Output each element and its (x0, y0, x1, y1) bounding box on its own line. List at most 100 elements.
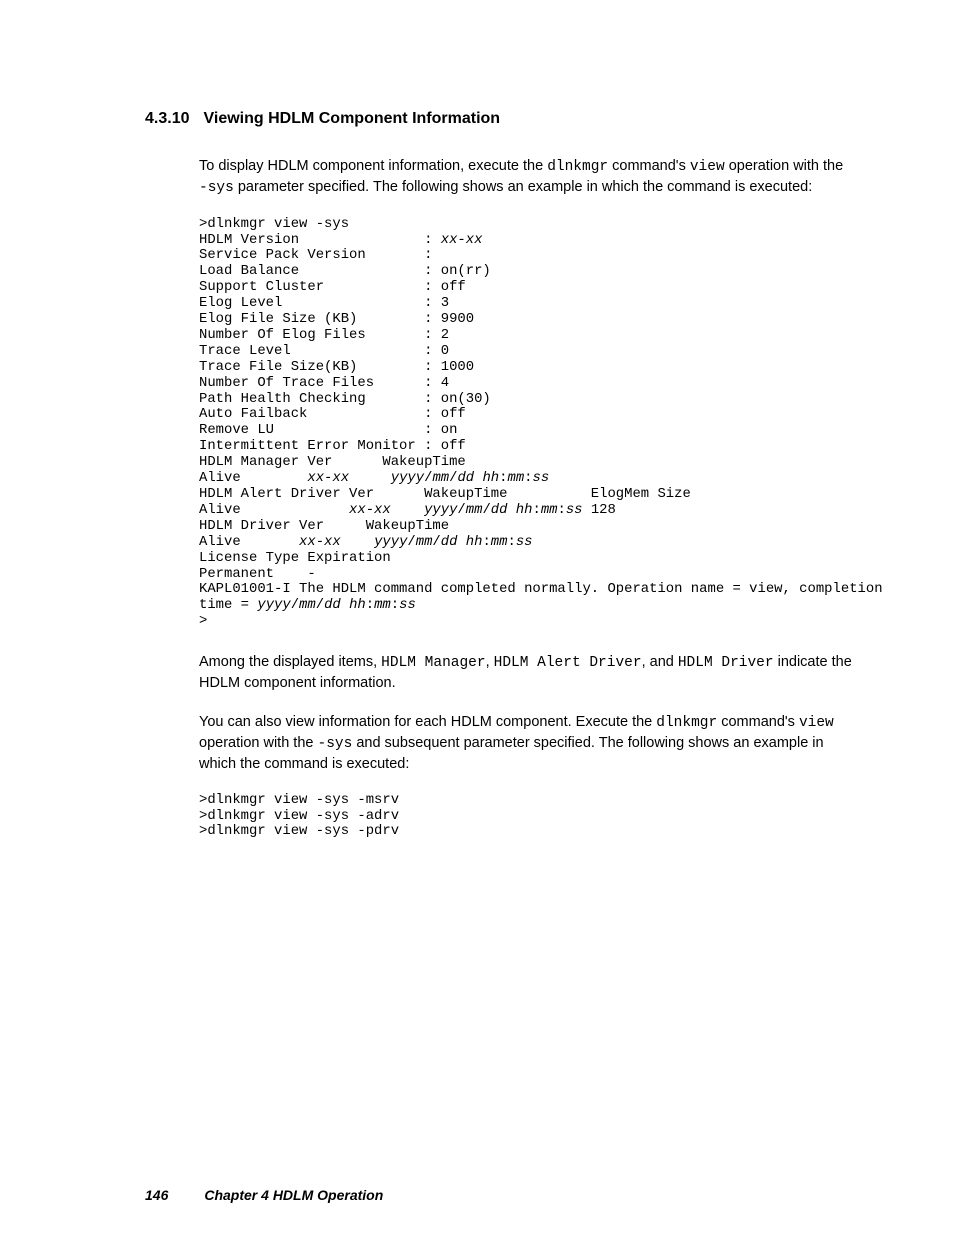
code-italic: ss (566, 502, 583, 518)
code-italic: ss (516, 534, 533, 550)
code-italic: mm (507, 470, 524, 486)
code-line (457, 534, 465, 550)
inline-code: view (799, 715, 834, 731)
code-line: Number Of Trace Files : 4 (199, 375, 449, 391)
paragraph-2: Among the displayed items, HDLM Manager,… (199, 652, 854, 694)
code-line: Remove LU : on (199, 422, 457, 438)
section-heading: 4.3.10 Viewing HDLM Component Information (145, 110, 854, 128)
code-italic: dd (491, 502, 508, 518)
code-line: Trace Level : 0 (199, 343, 449, 359)
code-line: >dlnkmgr view -sys -pdrv (199, 823, 399, 839)
code-italic: yyyy (391, 470, 424, 486)
code-italic: xx-xx (299, 534, 341, 550)
code-italic: mm (432, 470, 449, 486)
code-line: Intermittent Error Monitor : off (199, 438, 466, 454)
section-number: 4.3.10 (145, 110, 189, 128)
code-italic: xx-xx (307, 470, 349, 486)
code-line: Auto Failback : off (199, 406, 466, 422)
paragraph-3: You can also view information for each H… (199, 712, 854, 775)
code-line: Alive (199, 470, 307, 486)
code-italic: yyyy (257, 597, 290, 613)
code-line: >dlnkmgr view -sys -adrv (199, 808, 399, 824)
code-italic: mm (299, 597, 316, 613)
code-italic: dd (441, 534, 458, 550)
code-italic: xx-xx (441, 232, 483, 248)
section-title: Viewing HDLM Component Information (203, 110, 500, 127)
page-footer: 146 Chapter 4 HDLM Operation (145, 1187, 383, 1203)
code-line (391, 502, 424, 518)
inline-code: HDLM Manager (381, 655, 485, 671)
text: , and (642, 654, 678, 670)
code-line: Load Balance : on(rr) (199, 263, 491, 279)
text: operation with the (199, 735, 318, 751)
code-line: time = (199, 597, 257, 613)
code-italic: ss (399, 597, 416, 613)
code-line: Permanent - (199, 566, 316, 582)
code-line: : (532, 502, 540, 518)
code-line: / (482, 502, 490, 518)
code-line: Alive (199, 502, 349, 518)
code-line: Alive (199, 534, 299, 550)
code-line: / (291, 597, 299, 613)
inline-code: dlnkmgr (656, 715, 717, 731)
text: You can also view information for each H… (199, 714, 656, 730)
code-line (349, 470, 391, 486)
code-line: : (366, 597, 374, 613)
code-line: Elog Level : 3 (199, 295, 449, 311)
code-italic: mm (374, 597, 391, 613)
text: To display HDLM component information, e… (199, 158, 547, 174)
code-line: Number Of Elog Files : 2 (199, 327, 449, 343)
code-italic: ss (533, 470, 550, 486)
inline-code: dlnkmgr (547, 159, 608, 175)
code-line: HDLM Manager Ver WakeupTime (199, 454, 466, 470)
code-italic: dd (457, 470, 474, 486)
code-italic: yyyy (424, 502, 457, 518)
chapter-label: Chapter 4 HDLM Operation (204, 1187, 383, 1203)
code-line: HDLM Driver Ver WakeupTime (199, 518, 449, 534)
code-italic: mm (541, 502, 558, 518)
code-line: Service Pack Version : (199, 247, 432, 263)
inline-code: -sys (318, 736, 353, 752)
code-line: >dlnkmgr view -sys -msrv (199, 792, 399, 808)
code-italic: yyyy (374, 534, 407, 550)
page-number: 146 (145, 1187, 168, 1203)
code-line: : (391, 597, 399, 613)
text: parameter specified. The following shows… (234, 179, 812, 195)
text: operation with the (725, 158, 844, 174)
code-line: HDLM Alert Driver Ver WakeupTime ElogMem… (199, 486, 691, 502)
code-line: / (432, 534, 440, 550)
text: command's (717, 714, 799, 730)
code-line: : (482, 534, 490, 550)
inline-code: view (690, 159, 725, 175)
code-line: Trace File Size(KB) : 1000 (199, 359, 474, 375)
code-line: Elog File Size (KB) : 9900 (199, 311, 474, 327)
code-block-1: >dlnkmgr view -sys HDLM Version : xx-xx … (199, 217, 854, 631)
code-italic: mm (466, 502, 483, 518)
code-line: > (199, 613, 207, 629)
inline-code: HDLM Driver (678, 655, 774, 671)
code-italic: hh (466, 534, 483, 550)
code-line: / (457, 502, 465, 518)
code-italic: dd (324, 597, 341, 613)
code-italic: mm (416, 534, 433, 550)
text: Among the displayed items, (199, 654, 381, 670)
text: command's (608, 158, 690, 174)
code-line: Path Health Checking : on(30) (199, 391, 491, 407)
code-italic: hh (482, 470, 499, 486)
code-line: >dlnkmgr view -sys (199, 216, 349, 232)
code-line: : (557, 502, 565, 518)
code-line: HDLM Version : (199, 232, 441, 248)
code-line (341, 534, 374, 550)
code-line: KAPL01001-I The HDLM command completed n… (199, 581, 891, 597)
inline-code: -sys (199, 180, 234, 196)
code-line: : (507, 534, 515, 550)
code-italic: hh (349, 597, 366, 613)
code-line: / (407, 534, 415, 550)
code-line: / (316, 597, 324, 613)
code-line: License Type Expiration (199, 550, 391, 566)
code-italic: mm (491, 534, 508, 550)
paragraph-1: To display HDLM component information, e… (199, 156, 854, 199)
code-italic: hh (516, 502, 533, 518)
code-block-2: >dlnkmgr view -sys -msrv >dlnkmgr view -… (199, 793, 854, 841)
inline-code: HDLM Alert Driver (494, 655, 642, 671)
